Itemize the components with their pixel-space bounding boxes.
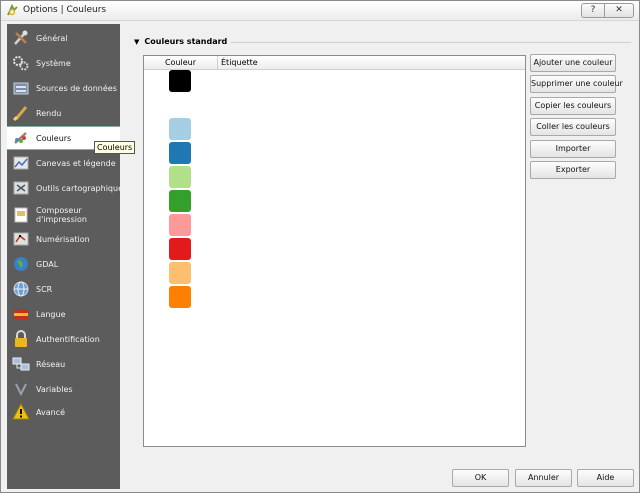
color-swatch[interactable] (169, 214, 191, 236)
sidebar-item-variables[interactable]: Variables (7, 377, 120, 401)
options-dialog: Options | Couleurs ? ✕ Général Système S… (0, 0, 640, 493)
sidebar-item-authentication[interactable]: Authentification (7, 327, 120, 351)
sidebar-item-gdal[interactable]: GDAL (7, 252, 120, 276)
palette-icon (14, 132, 27, 144)
brush-icon (12, 106, 28, 122)
sidebar-item-label: Sources de données (36, 83, 117, 93)
color-swatch[interactable] (169, 142, 191, 164)
maptools-icon (13, 181, 29, 195)
sidebar-item-crs[interactable]: SCR (7, 277, 120, 301)
cancel-button[interactable]: Annuler (515, 469, 572, 487)
sidebar-item-label: Langue (36, 309, 66, 319)
remove-color-button[interactable]: Supprimer une couleur (530, 75, 623, 93)
lock-icon (15, 330, 27, 347)
digitizing-icon (13, 232, 29, 246)
close-button[interactable]: ✕ (604, 3, 634, 18)
group-title: Couleurs standard (144, 37, 228, 46)
variables-icon (15, 383, 27, 397)
sidebar-item-label: Variables (36, 384, 73, 394)
options-sidebar: Général Système Sources de données Rendu (7, 24, 127, 489)
sidebar-item-label: Outils cartographiques (36, 183, 128, 193)
sidebar-item-label: Général (36, 33, 68, 43)
sidebar-item-label: Canevas et légende (36, 158, 116, 168)
color-swatch[interactable] (169, 166, 191, 188)
composer-icon (14, 207, 28, 223)
table-header: Couleur Étiquette (144, 56, 525, 70)
copy-colors-button[interactable]: Copier les couleurs (530, 97, 616, 115)
flag-icon (14, 309, 28, 319)
sidebar-item-label: Réseau (36, 359, 66, 369)
network-icon (12, 357, 30, 371)
sidebar-item-map-tools[interactable]: Outils cartographiques (7, 176, 127, 200)
sidebar-item-digitizing[interactable]: Numérisation (7, 227, 120, 251)
color-swatch[interactable] (169, 286, 191, 308)
color-swatch[interactable] (169, 238, 191, 260)
sidebar-item-general[interactable]: Général (7, 26, 120, 50)
color-swatch[interactable] (169, 118, 191, 140)
add-color-button[interactable]: Ajouter une couleur (530, 54, 616, 72)
window-title: Options | Couleurs (23, 5, 107, 15)
sidebar-item-language[interactable]: Langue (7, 302, 120, 326)
collapse-triangle-icon[interactable]: ▼ (134, 38, 139, 46)
help-title-button[interactable]: ? (581, 3, 605, 18)
color-swatch[interactable] (169, 70, 191, 92)
canvas-icon (13, 156, 29, 170)
column-header-label[interactable]: Étiquette (221, 56, 258, 70)
ok-button[interactable]: OK (452, 469, 509, 487)
gears-icon (13, 56, 29, 71)
paste-colors-button[interactable]: Coller les couleurs (530, 118, 616, 136)
group-header[interactable]: ▼ Couleurs standard (134, 37, 227, 46)
sidebar-item-label: Numérisation (36, 234, 90, 244)
group-divider (231, 42, 631, 43)
sidebar-item-label: GDAL (36, 259, 59, 269)
import-button[interactable]: Importer (530, 140, 616, 158)
sidebar-item-print-composer[interactable]: Composeur d'impression (7, 201, 120, 229)
crs-globe-icon (13, 281, 29, 297)
warning-icon (12, 403, 30, 420)
qgis-logo-icon (7, 4, 18, 16)
sidebar-item-label: Avancé (36, 407, 66, 417)
color-table[interactable]: Couleur Étiquette (143, 55, 526, 447)
color-swatch[interactable] (169, 190, 191, 212)
sidebar-item-advanced[interactable]: Avancé (7, 400, 120, 424)
sidebar-item-label: Rendu (36, 108, 62, 118)
export-button[interactable]: Exporter (530, 161, 616, 179)
column-header-color[interactable]: Couleur (144, 56, 218, 70)
help-button[interactable]: Aide (577, 469, 634, 487)
sidebar-item-network[interactable]: Réseau (7, 352, 120, 376)
tooltip: Couleurs (94, 141, 136, 154)
sidebar-item-label: Composeur d'impression (36, 206, 87, 224)
sidebar-item-system[interactable]: Système (7, 51, 120, 75)
sidebar-item-canvas-legend[interactable]: Canevas et légende (7, 151, 120, 175)
color-swatch[interactable] (169, 262, 191, 284)
globe-icon (14, 257, 28, 271)
sidebar-item-rendering[interactable]: Rendu (7, 101, 120, 125)
sidebar-item-label: Couleurs (36, 133, 72, 143)
tools-icon (14, 30, 28, 45)
datasource-icon (13, 82, 29, 95)
sidebar-item-label: SCR (36, 284, 53, 294)
sidebar-item-label: Authentification (36, 334, 100, 344)
sidebar-item-data-sources[interactable]: Sources de données (7, 76, 120, 100)
title-bar: Options | Couleurs ? ✕ (1, 1, 639, 21)
sidebar-item-label: Système (36, 58, 71, 68)
